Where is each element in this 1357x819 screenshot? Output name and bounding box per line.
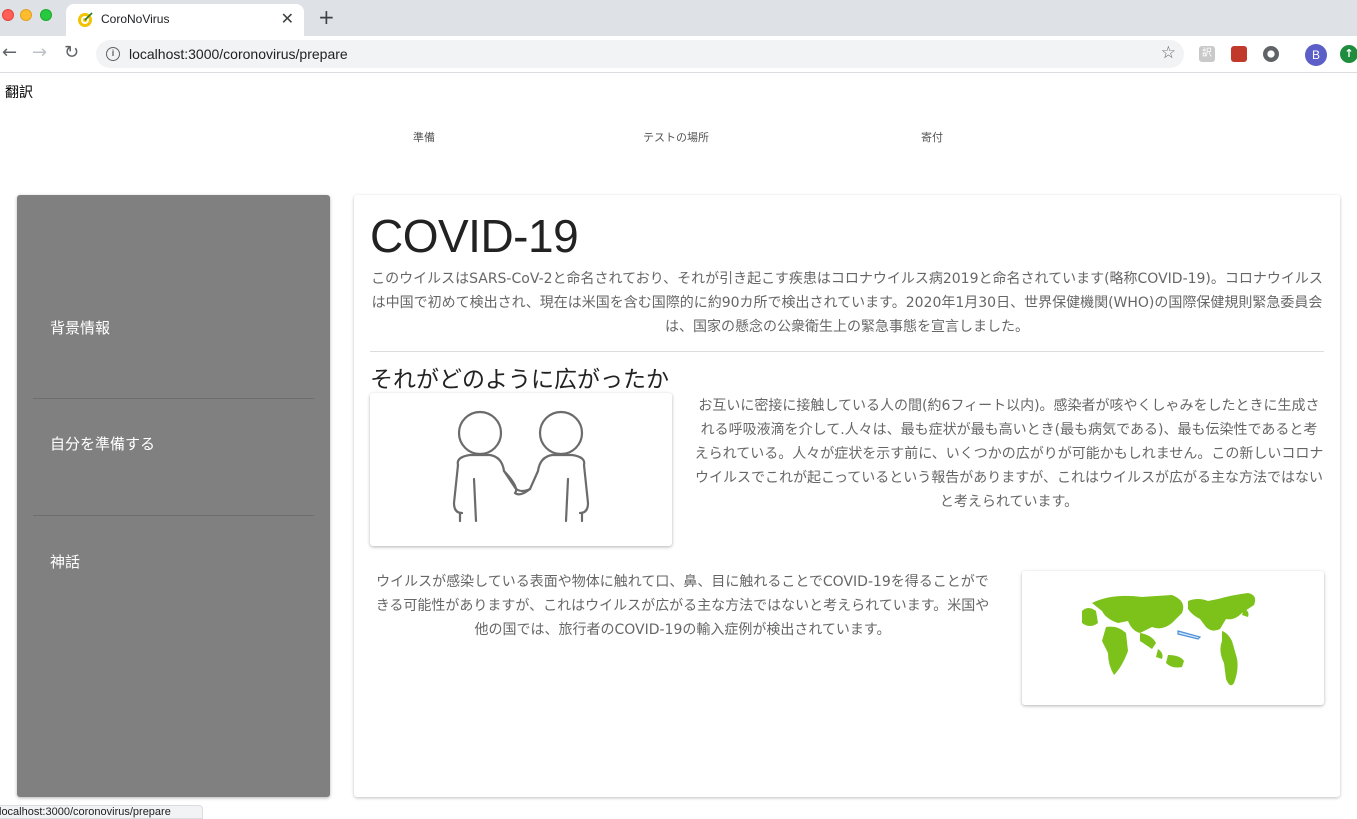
- sidebar-divider: [33, 515, 314, 516]
- tab-title: CoroNoVirus: [101, 12, 170, 26]
- world-map-image: [1022, 571, 1324, 705]
- profile-avatar[interactable]: B: [1305, 44, 1327, 66]
- intro-paragraph: このウイルスはSARS-CoV-2と命名されており、それが引き起こす疾患はコロナ…: [371, 271, 1323, 335]
- browser-tab-bar: CoroNoVirus ✕ +: [0, 0, 1357, 36]
- sidebar-item-myths[interactable]: 神話: [50, 551, 80, 572]
- nav-prepare[interactable]: 準備: [413, 129, 435, 145]
- sidebar-divider: [33, 398, 314, 399]
- browser-toolbar: ← → ↻ i localhost:3000/coronovirus/prepa…: [0, 36, 1357, 73]
- record-extension-icon[interactable]: [1263, 46, 1279, 62]
- sidebar-item-prepare-yourself[interactable]: 自分を準備する: [50, 433, 155, 454]
- bookmark-star-icon[interactable]: ☆: [1161, 43, 1176, 63]
- nav-test-locations[interactable]: テストの場所: [643, 129, 709, 145]
- sidebar-item-background[interactable]: 背景情報: [50, 317, 110, 338]
- main-content-card: COVID-19 このウイルスはSARS-CoV-2と命名されており、それが引き…: [354, 195, 1340, 797]
- translate-extension-icon[interactable]: 訳: [1199, 46, 1215, 62]
- site-favicon-icon: [78, 12, 93, 27]
- url-text[interactable]: localhost:3000/coronovirus/prepare: [129, 46, 348, 62]
- new-tab-button[interactable]: +: [318, 5, 335, 29]
- forward-button[interactable]: →: [32, 42, 47, 63]
- nav-donate[interactable]: 寄付: [921, 129, 943, 145]
- reload-button[interactable]: ↻: [64, 42, 79, 63]
- window-zoom-button[interactable]: [40, 9, 52, 21]
- section-heading: それがどのように広がったか: [370, 367, 669, 393]
- handshake-image: [370, 393, 672, 546]
- update-icon[interactable]: ↑: [1340, 45, 1357, 63]
- tab-close-icon[interactable]: ✕: [281, 9, 294, 28]
- world-map-illustration: [1082, 593, 1256, 686]
- browser-tab[interactable]: CoroNoVirus ✕: [66, 4, 304, 36]
- site-info-icon[interactable]: i: [106, 47, 120, 61]
- window-minimize-button[interactable]: [20, 9, 32, 21]
- page-title: COVID-19: [370, 210, 579, 262]
- handshake-illustration: [452, 410, 590, 523]
- section-divider: [370, 351, 1324, 352]
- surface-paragraph: ウイルスが感染している表面や物体に触れて口、鼻、目に触れることでCOVID-19…: [375, 574, 990, 638]
- address-bar[interactable]: i localhost:3000/coronovirus/prepare ☆: [96, 40, 1184, 68]
- translate-link[interactable]: 翻訳: [5, 82, 33, 102]
- window-close-button[interactable]: [2, 9, 14, 21]
- status-bar-url: localhost:3000/coronovirus/prepare: [0, 805, 203, 819]
- sidebar: 背景情報 自分を準備する 神話: [17, 195, 330, 797]
- back-button[interactable]: ←: [2, 42, 17, 63]
- spread-paragraph: お互いに密接に接触している人の間(約6フィート以内)。感染者が咳やくしゃみをした…: [694, 398, 1324, 510]
- extension-icon[interactable]: [1231, 46, 1247, 62]
